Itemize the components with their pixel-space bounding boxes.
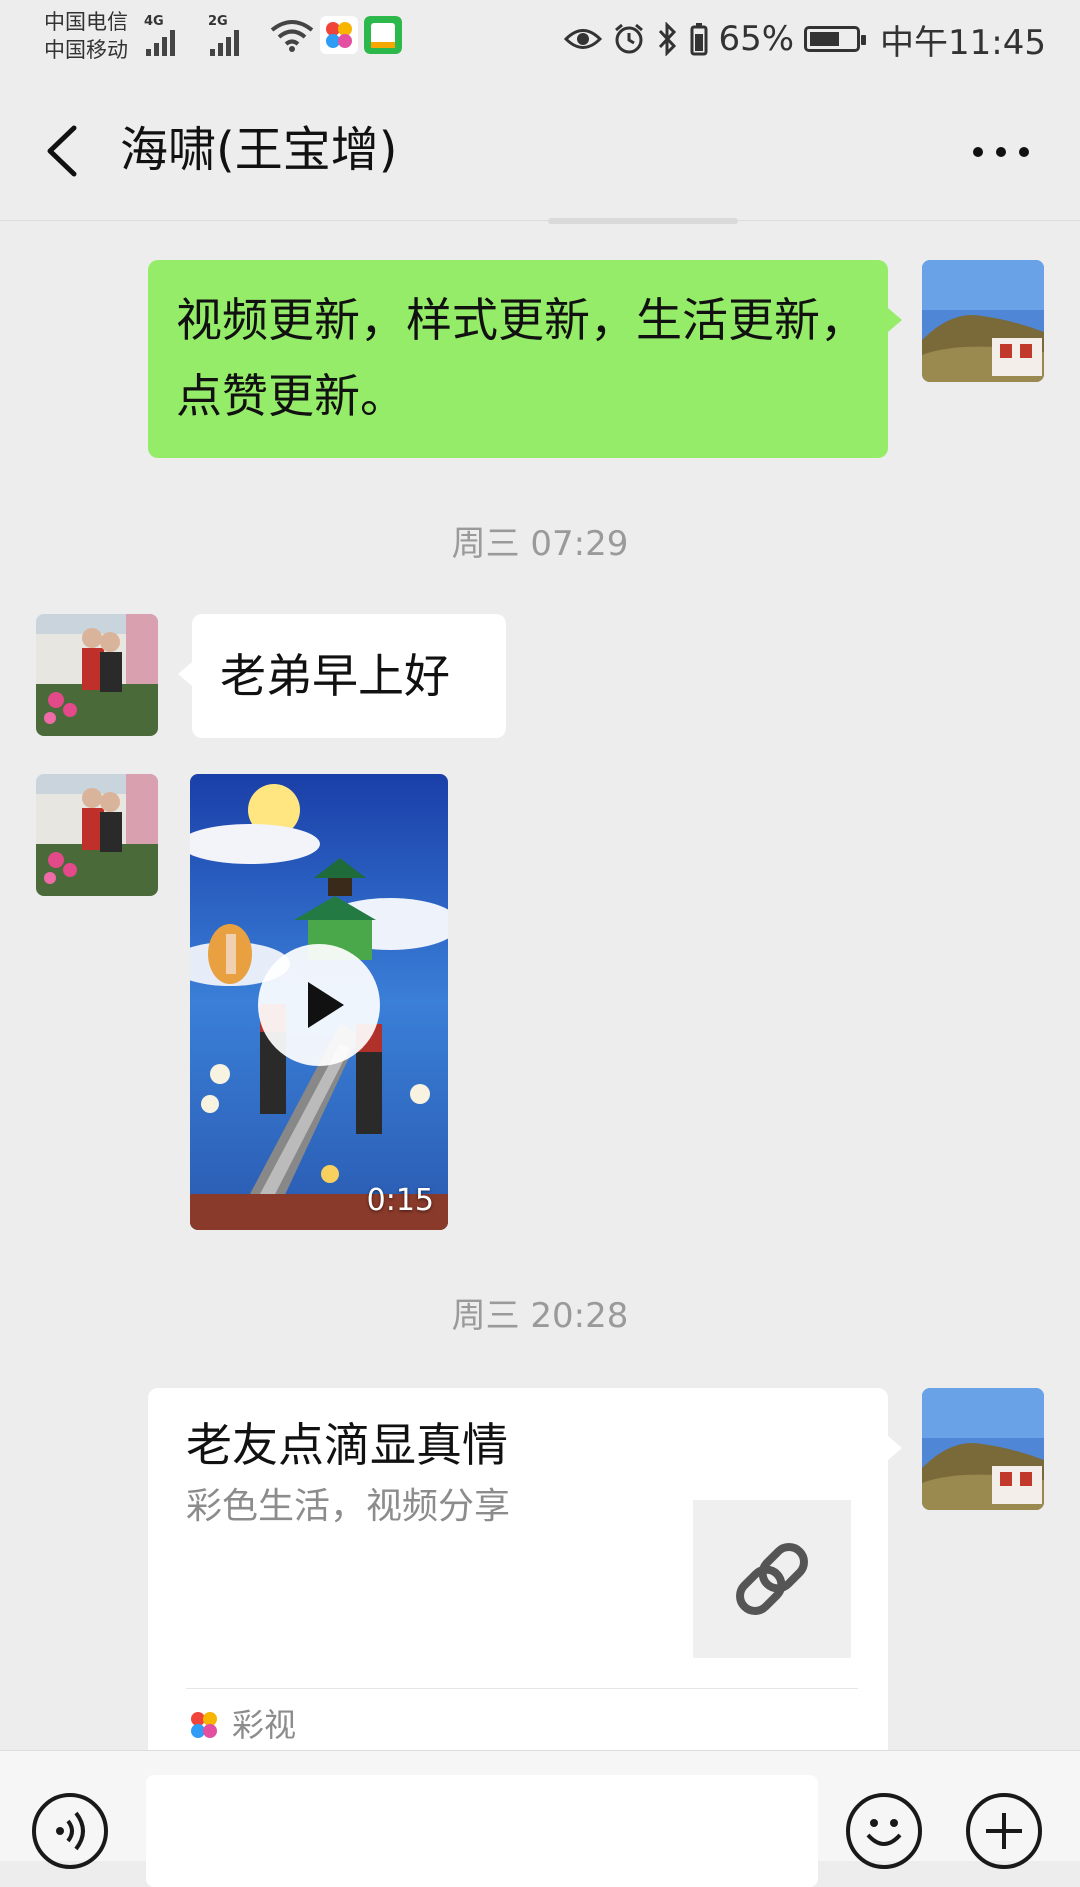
- pull-indicator: [548, 218, 738, 224]
- input-bar: [0, 1750, 1080, 1887]
- video-duration: 0:15: [366, 1183, 434, 1218]
- signal-bars-icon: [146, 30, 180, 56]
- avatar-person-image: [36, 614, 158, 736]
- chat-header: 海啸(王宝增): [0, 80, 1080, 221]
- status-right: 65% 中午11:45: [564, 14, 1046, 64]
- my-avatar[interactable]: [922, 1388, 1044, 1510]
- voice-waves-icon: [56, 1811, 85, 1851]
- alarm-icon: [615, 23, 644, 54]
- caishi-logo-icon: [191, 1712, 217, 1738]
- status-bar: 中国电信 中国移动 4G 2G 65% 中午11:45: [0, 0, 1080, 80]
- contact-avatar[interactable]: [36, 774, 158, 896]
- battery-percent: 65%: [718, 19, 795, 59]
- green-app-icon: [364, 16, 402, 54]
- chat-title: 海啸(王宝增): [120, 122, 398, 178]
- play-button[interactable]: [258, 944, 380, 1066]
- message-input[interactable]: [146, 1775, 818, 1887]
- more-dots-icon[interactable]: [966, 132, 1036, 172]
- avatar-person-image: [36, 774, 158, 896]
- bluetooth-icon: [659, 22, 677, 56]
- network-type-1: 4G: [144, 14, 164, 29]
- message-text: 视频更新，样式更新，生活更新，点赞更新。: [176, 293, 866, 423]
- battery-fill: [810, 32, 840, 46]
- video-message[interactable]: 0:15: [190, 774, 448, 1230]
- chevron-left-icon[interactable]: [36, 124, 90, 178]
- voice-icon[interactable]: [32, 1793, 108, 1869]
- divider: [186, 1688, 858, 1689]
- message-bubble-sent[interactable]: 视频更新，样式更新，生活更新，点赞更新。: [148, 260, 888, 458]
- link-source: 彩视: [186, 1704, 296, 1746]
- carrier-1: 中国电信: [44, 10, 128, 34]
- link-source-name: 彩视: [232, 1706, 297, 1744]
- plus-icon[interactable]: [966, 1793, 1042, 1869]
- message-bubble-received[interactable]: 老弟早上好: [192, 614, 506, 738]
- link-title: 老友点滴显真情: [186, 1418, 508, 1472]
- battery-small-icon: [690, 23, 708, 56]
- smiley-face-icon: [866, 1819, 902, 1846]
- timestamp: 周三 20:28: [451, 1296, 629, 1336]
- contact-avatar[interactable]: [36, 614, 158, 736]
- avatar-mountain-image: [922, 260, 1044, 382]
- link-chain-icon: [736, 1543, 808, 1615]
- signal-bars-icon: [210, 30, 244, 56]
- wifi-icon: [270, 20, 314, 52]
- link-description: 彩色生活，视频分享: [186, 1486, 511, 1527]
- caishi-app-icon: [320, 16, 358, 54]
- bubble-tail: [888, 308, 902, 332]
- my-avatar[interactable]: [922, 260, 1044, 382]
- battery-icon: [804, 26, 867, 52]
- message-text: 老弟早上好: [220, 649, 450, 703]
- carrier-info: 中国电信 中国移动: [44, 8, 128, 64]
- network-type-2: 2G: [208, 14, 228, 29]
- clock: 中午11:45: [880, 22, 1046, 63]
- emoji-icon[interactable]: [846, 1793, 922, 1869]
- timestamp: 周三 07:29: [451, 524, 629, 564]
- eye-comfort-icon: [564, 29, 603, 49]
- link-card[interactable]: 老友点滴显真情 彩色生活，视频分享 彩视: [148, 1388, 888, 1760]
- plus-sign-icon: [986, 1813, 1022, 1849]
- link-thumbnail: [693, 1500, 851, 1658]
- avatar-mountain-image: [922, 1388, 1044, 1510]
- bubble-tail: [888, 1436, 902, 1460]
- bubble-tail: [178, 662, 192, 686]
- carrier-2: 中国移动: [44, 38, 128, 62]
